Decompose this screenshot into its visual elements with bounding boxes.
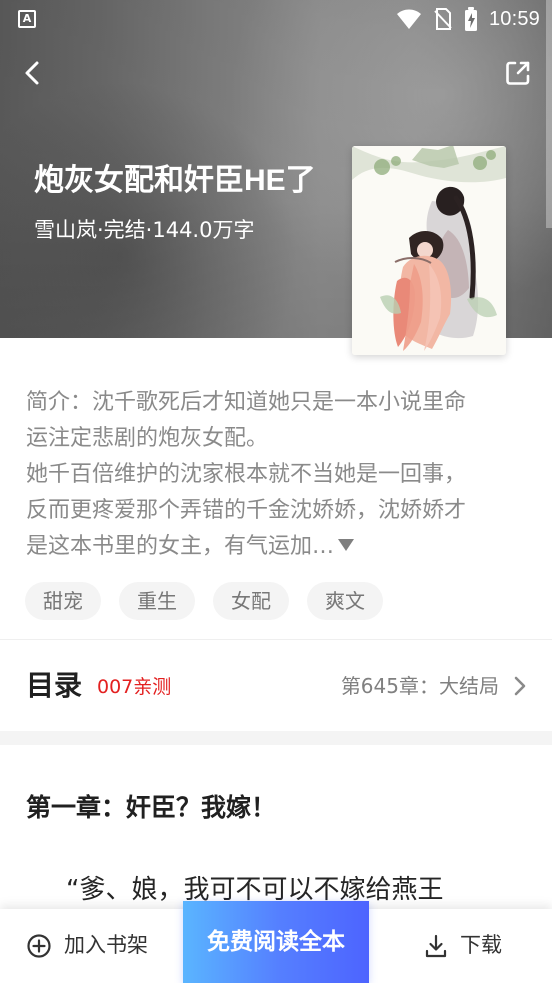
no-sim-icon	[434, 8, 452, 30]
wifi-icon	[396, 9, 421, 29]
share-button[interactable]	[503, 58, 533, 88]
tag-chip[interactable]: 重生	[119, 582, 195, 620]
bottom-action-bar: 加入书架 免费阅读全本 下载	[0, 901, 552, 983]
add-to-shelf-label: 加入书架	[64, 933, 148, 957]
download-label: 下载	[460, 933, 502, 957]
summary-line: 反而更疼爱那个弄错的千金沈娇娇，沈娇娇才	[26, 498, 467, 523]
chevron-left-icon	[25, 61, 39, 85]
share-icon	[506, 61, 530, 85]
summary-line: 运注定悲剧的炮灰女配。	[26, 426, 269, 451]
free-read-button[interactable]: 免费阅读全本	[183, 901, 369, 983]
book-title: 炮灰女配和奸臣HE了	[34, 164, 316, 197]
download-button[interactable]: 下载	[369, 909, 552, 983]
catalog-badge: 007亲测	[97, 676, 172, 698]
tag-chip[interactable]: 甜宠	[25, 582, 101, 620]
summary-line: 简介：沈千歌死后才知道她只是一本小说里命	[26, 390, 467, 415]
tag-list: 甜宠 重生 女配 爽文	[25, 582, 383, 620]
catalog-row[interactable]: 目录 007亲测 第645章：大结局	[0, 640, 552, 731]
plus-circle-icon	[27, 934, 51, 958]
battery-charging-icon	[464, 7, 477, 31]
download-icon	[425, 934, 447, 958]
section-gap	[0, 731, 552, 745]
book-summary[interactable]: 简介：沈千歌死后才知道她只是一本小说里命 运注定悲剧的炮灰女配。 她千百倍维护的…	[26, 385, 526, 565]
status-icons: 10:59	[395, 5, 540, 33]
latest-chapter: 第645章：大结局	[340, 674, 499, 698]
chapter-preview: 第一章：奸臣？我嫁！ “爹、娘，我可不可以不嫁给燕王	[0, 745, 552, 909]
book-detail-screen: A 10:59 炮灰女配和奸臣HE了 雪山岚·完结·144.0万字 简介：沈千歌…	[0, 0, 552, 983]
book-header: A 10:59 炮灰女配和奸臣HE了 雪山岚·完结·144.0万字	[0, 0, 552, 355]
keyboard-a-icon: A	[18, 10, 36, 28]
summary-line-text: 是这本书里的女主，有气运加…	[26, 534, 335, 559]
back-button[interactable]	[18, 58, 48, 88]
status-time: 10:59	[488, 8, 540, 30]
catalog-title: 目录	[26, 669, 83, 702]
book-title-block: 炮灰女配和奸臣HE了 雪山岚·完结·144.0万字	[34, 160, 329, 245]
chapter-title: 第一章：奸臣？我嫁！	[26, 793, 277, 822]
book-cover-illustration	[352, 146, 506, 355]
summary-line-last: 是这本书里的女主，有气运加…	[26, 529, 526, 565]
summary-line: 她千百倍维护的沈家根本就不当她是一回事，	[26, 462, 467, 487]
book-cover[interactable]	[352, 146, 506, 355]
book-meta: 雪山岚·完结·144.0万字	[34, 218, 255, 242]
chevron-right-icon	[514, 676, 526, 696]
tag-chip[interactable]: 爽文	[307, 582, 383, 620]
add-to-shelf-button[interactable]: 加入书架	[0, 909, 184, 983]
triangle-down-icon[interactable]	[338, 539, 355, 551]
status-bar: A 10:59	[0, 0, 552, 38]
tag-chip[interactable]: 女配	[213, 582, 289, 620]
